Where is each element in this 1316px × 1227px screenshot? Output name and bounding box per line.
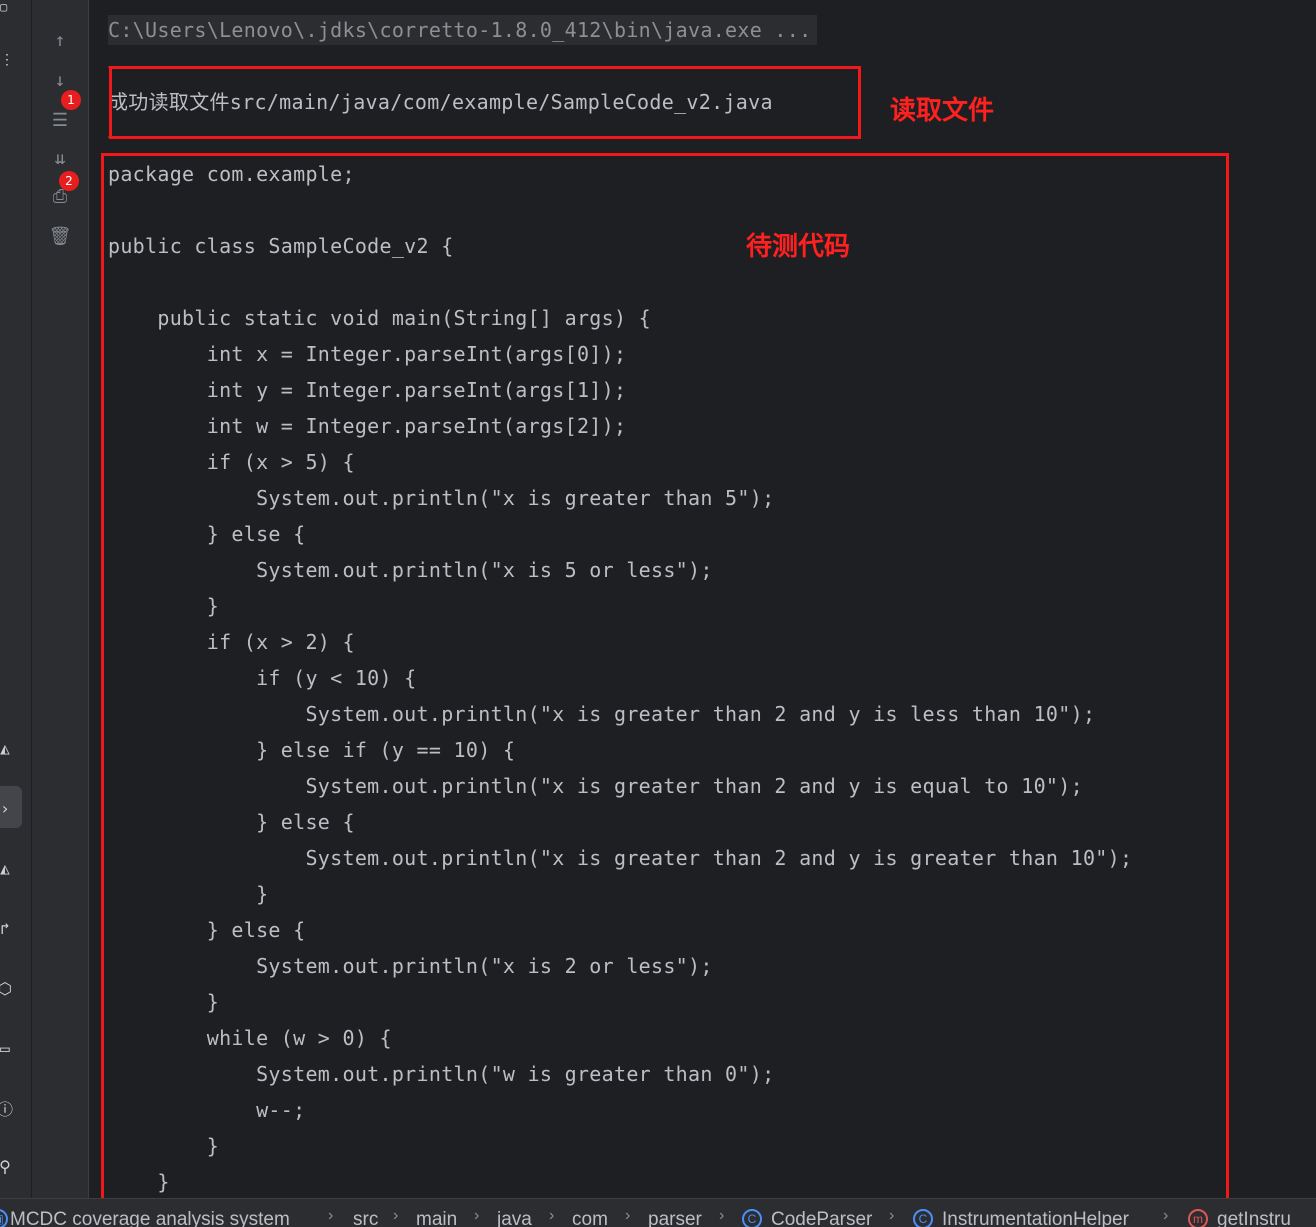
breadcrumb-instrumentationhelper[interactable]: InstrumentationHelper xyxy=(942,1209,1129,1227)
problems-icon[interactable]: ⓘ xyxy=(0,1097,16,1119)
console-toolbar: ↑ ↓ ☰ ⇊ ⎙ 🗑 1 2 xyxy=(32,0,89,1198)
breadcrumb-main[interactable]: main xyxy=(416,1209,457,1227)
run-terminal-icon[interactable]: › xyxy=(0,797,16,819)
ai-icon[interactable]: ◭ xyxy=(0,857,16,879)
chevron-right-icon: › xyxy=(719,1207,725,1224)
code-under-test-annotation: 待测代码 xyxy=(746,232,851,262)
tool-window-strip: ▢ ⋮ ◭ › ◭ ↱ ⬡ ▭ ⓘ ⚲ xyxy=(0,0,32,1198)
annotation-badge-1: 1 xyxy=(61,90,81,110)
module-icon: ▣ xyxy=(0,1209,8,1227)
class-icon: C xyxy=(913,1209,933,1227)
arrow-up-icon[interactable]: ↑ xyxy=(46,26,74,54)
navigation-breadcrumb: ▣ MCDC coverage analysis system › src › … xyxy=(0,1198,1316,1227)
chevron-right-icon: › xyxy=(328,1207,334,1224)
method-icon: m xyxy=(1188,1209,1208,1227)
java-command-line: C:\Users\Lenovo\.jdks\corretto-1.8.0_412… xyxy=(108,15,818,45)
chevron-right-icon: › xyxy=(549,1207,555,1224)
class-icon: C xyxy=(742,1209,762,1227)
breadcrumb-parser[interactable]: parser xyxy=(648,1209,702,1227)
breadcrumb-com[interactable]: com xyxy=(572,1209,608,1227)
terminal-icon[interactable]: ▭ xyxy=(0,1037,16,1059)
code-under-test-highlight-box xyxy=(101,153,1229,1226)
window-corner-icon: ▢ xyxy=(0,0,8,14)
chevron-right-icon: › xyxy=(474,1207,480,1224)
breadcrumb-src[interactable]: src xyxy=(353,1209,378,1227)
trash-icon[interactable]: 🗑 xyxy=(46,222,74,250)
chevron-right-icon: › xyxy=(393,1207,399,1224)
breadcrumb-codeparser[interactable]: CodeParser xyxy=(771,1209,872,1227)
breadcrumb-method[interactable]: getInstru xyxy=(1217,1209,1291,1227)
ai-assistant-icon[interactable]: ◭ xyxy=(0,737,16,759)
soft-wrap-icon[interactable]: ☰ xyxy=(46,106,74,134)
services-icon[interactable]: ↱ xyxy=(0,917,16,939)
breadcrumb-project[interactable]: MCDC coverage analysis system xyxy=(10,1209,290,1227)
annotation-badge-2: 2 xyxy=(59,171,79,191)
git-icon[interactable]: ⚲ xyxy=(0,1155,16,1177)
scroll-to-end-icon[interactable]: ⇊ xyxy=(46,144,74,172)
chevron-right-icon: › xyxy=(625,1207,631,1224)
endpoints-icon[interactable]: ⬡ xyxy=(0,977,16,999)
chevron-right-icon: › xyxy=(1163,1207,1169,1224)
read-file-highlight-box xyxy=(109,66,861,139)
read-file-annotation: 读取文件 xyxy=(890,96,995,126)
more-icon[interactable]: ⋮ xyxy=(0,52,14,68)
breadcrumb-java[interactable]: java xyxy=(497,1209,532,1227)
chevron-right-icon: › xyxy=(889,1207,895,1224)
